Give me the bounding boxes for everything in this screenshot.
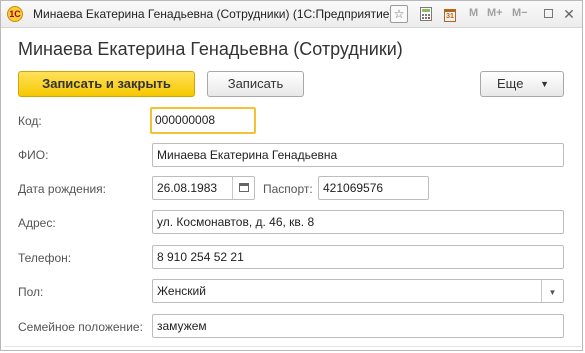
- birth-date-label: Дата рождения:: [18, 182, 106, 196]
- birth-date-value: 26.08.1983: [157, 181, 218, 195]
- passport-label: Паспорт:: [263, 182, 313, 196]
- more-label: Еще: [497, 76, 524, 91]
- save-and-close-button[interactable]: Записать и закрыть: [18, 71, 195, 97]
- form-title: Минаева Екатерина Генадьевна (Сотрудники…: [18, 39, 403, 59]
- gender-label: Пол:: [18, 285, 44, 299]
- address-field[interactable]: ул. Космонавтов, д. 46, кв. 8: [152, 210, 564, 234]
- form-window: 1С Минаева Екатерина Генадьевна (Сотрудн…: [0, 0, 583, 351]
- fio-label: ФИО:: [18, 148, 49, 162]
- star-icon[interactable]: ☆: [390, 5, 408, 23]
- calendar-picker-button[interactable]: [232, 177, 254, 199]
- birth-date-field[interactable]: 26.08.1983: [152, 176, 255, 200]
- close-icon[interactable]: ✕: [560, 5, 578, 23]
- m-minus-icon[interactable]: M−: [512, 7, 528, 19]
- m-icon[interactable]: M: [469, 7, 478, 19]
- phone-label: Телефон:: [18, 251, 72, 265]
- calendar-picker-icon: [239, 183, 249, 192]
- phone-field[interactable]: 8 910 254 52 21: [152, 245, 564, 269]
- gender-value: Женский: [157, 284, 206, 298]
- bottom-divider: [4, 346, 581, 347]
- fio-field[interactable]: Минаева Екатерина Генадьевна: [152, 143, 564, 167]
- restore-icon[interactable]: [539, 5, 557, 23]
- more-button[interactable]: Еще ▼: [480, 71, 564, 97]
- passport-field[interactable]: 421069576: [318, 176, 429, 200]
- code-label: Код:: [18, 114, 42, 128]
- address-label: Адрес:: [18, 216, 56, 230]
- marital-status-field[interactable]: замужем: [152, 314, 564, 338]
- gender-select[interactable]: Женский ▼: [152, 279, 564, 303]
- window-title: Минаева Екатерина Генадьевна (Сотрудники…: [33, 7, 394, 21]
- calendar-icon[interactable]: 31: [441, 5, 459, 23]
- title-bar[interactable]: 1С Минаева Екатерина Генадьевна (Сотрудн…: [1, 1, 582, 28]
- marital-status-label: Семейное положение:: [18, 320, 143, 334]
- save-button[interactable]: Записать: [207, 71, 304, 97]
- code-field[interactable]: 000000008: [150, 107, 256, 134]
- gender-dropdown-button[interactable]: ▼: [541, 280, 563, 302]
- m-plus-icon[interactable]: M+: [487, 7, 503, 19]
- chevron-down-icon: ▼: [548, 288, 557, 297]
- calculator-icon[interactable]: [417, 5, 435, 23]
- app-1c-icon[interactable]: 1С: [7, 6, 23, 22]
- chevron-down-icon: ▼: [540, 79, 549, 89]
